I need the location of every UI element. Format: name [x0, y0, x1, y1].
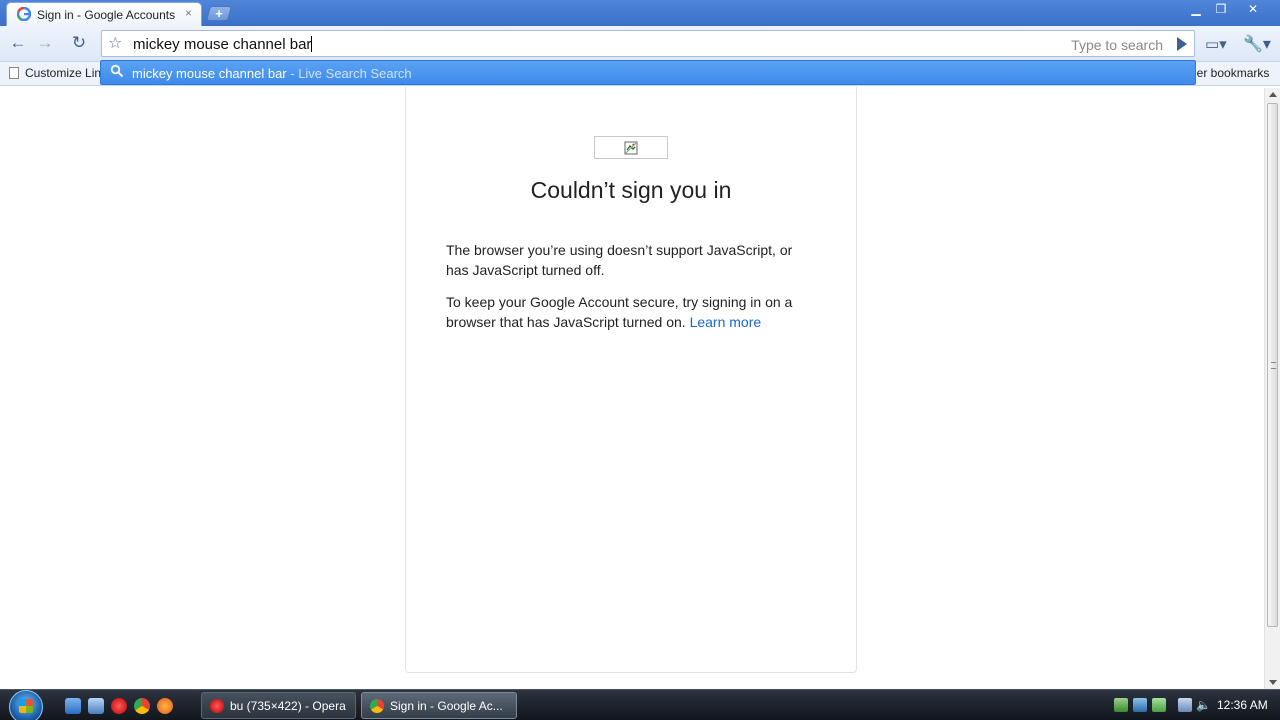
- scroll-down-arrow-icon[interactable]: [1269, 680, 1277, 685]
- browser-toolbar: ← → ↻ ☆ mickey mouse channel bar Type to…: [0, 26, 1280, 62]
- omnibox-hint: Type to search: [1071, 37, 1163, 53]
- js-unsupported-message: The browser you’re using doesn’t support…: [446, 242, 793, 278]
- maximize-button[interactable]: ❐: [1208, 2, 1234, 18]
- tab-close-icon[interactable]: ×: [185, 6, 192, 20]
- scrollbar-thumb[interactable]: [1267, 103, 1278, 627]
- minimize-button[interactable]: ▁: [1183, 2, 1209, 18]
- close-window-button[interactable]: ✕: [1240, 2, 1266, 18]
- logo-placeholder: [594, 136, 668, 159]
- tab-title: Sign in - Google Accounts: [37, 8, 176, 22]
- signin-error-card: Couldn’t sign you in The browser you’re …: [405, 87, 857, 673]
- js-secure-message: To keep your Google Account secure, try …: [446, 292, 816, 332]
- new-tab-button[interactable]: +: [205, 6, 233, 21]
- windows-logo-icon: [19, 699, 33, 713]
- windows-taskbar: bu (735×422) - Opera Sign in - Google Ac…: [0, 689, 1280, 720]
- grip-icon: [1271, 362, 1276, 369]
- forward-button[interactable]: →: [34, 32, 56, 54]
- page-icon: [9, 67, 19, 79]
- tab-sign-in[interactable]: Sign in - Google Accounts ×: [6, 2, 202, 26]
- start-button[interactable]: [9, 690, 43, 720]
- bookmark-star-icon[interactable]: ☆: [108, 33, 122, 53]
- task-label: bu (735×422) - Opera: [230, 699, 346, 713]
- vertical-scrollbar[interactable]: [1264, 88, 1280, 689]
- taskbar-clock[interactable]: 12:36 AM: [1217, 698, 1268, 712]
- bookmark-customize-links[interactable]: Customize Lin: [9, 66, 101, 80]
- opera-quicklaunch-icon[interactable]: [111, 698, 127, 714]
- wrench-menu-button[interactable]: 🔧▾: [1243, 34, 1271, 54]
- omnibox-suggestion[interactable]: mickey mouse channel bar - Live Search S…: [100, 60, 1196, 85]
- bookmark-label: Customize Lin: [25, 66, 102, 80]
- back-button[interactable]: ←: [7, 32, 29, 54]
- page-menu-button[interactable]: ▭▾: [1205, 35, 1227, 53]
- taskbar-item-chrome[interactable]: Sign in - Google Ac...: [361, 692, 517, 719]
- suggestion-query: mickey mouse channel bar: [132, 66, 287, 81]
- page-title: Couldn’t sign you in: [530, 177, 732, 203]
- other-bookmarks[interactable]: her bookmarks: [1190, 66, 1269, 80]
- switch-windows-icon[interactable]: [88, 698, 104, 714]
- plus-icon: +: [215, 6, 223, 21]
- opera-icon: [210, 699, 224, 713]
- text-caret: [311, 36, 313, 52]
- volume-icon[interactable]: 🔈: [1196, 698, 1211, 712]
- go-arrow-icon[interactable]: [1177, 37, 1187, 51]
- learn-more-link[interactable]: Learn more: [690, 314, 762, 330]
- tray-security-icon[interactable]: [1152, 698, 1166, 712]
- broken-image-icon: [624, 141, 638, 155]
- search-icon: [110, 64, 124, 78]
- tray-app-icon[interactable]: [1133, 698, 1147, 712]
- firefox-quicklaunch-icon[interactable]: [157, 698, 173, 714]
- scroll-up-arrow-icon[interactable]: [1269, 92, 1277, 97]
- google-favicon-icon: [17, 7, 31, 21]
- show-desktop-icon[interactable]: [65, 698, 81, 714]
- omnibox-text: mickey mouse channel bar: [133, 36, 312, 53]
- suggestion-text: mickey mouse channel bar - Live Search S…: [132, 66, 412, 81]
- taskbar-item-opera[interactable]: bu (735×422) - Opera: [201, 692, 356, 719]
- chrome-icon: [370, 699, 384, 713]
- suggestion-description: - Live Search Search: [286, 66, 412, 81]
- title-bar: Sign in - Google Accounts × + ▁ ❐ ✕: [0, 0, 1280, 26]
- display-tray-icon[interactable]: [1178, 698, 1192, 712]
- chrome-quicklaunch-icon[interactable]: [134, 698, 150, 714]
- reload-button[interactable]: ↻: [68, 32, 90, 54]
- omnibox-input[interactable]: mickey mouse channel bar: [133, 36, 313, 53]
- network-tray-icon[interactable]: [1114, 698, 1128, 712]
- task-label: Sign in - Google Ac...: [390, 699, 503, 713]
- omnibox[interactable]: ☆ mickey mouse channel bar Type to searc…: [101, 30, 1195, 57]
